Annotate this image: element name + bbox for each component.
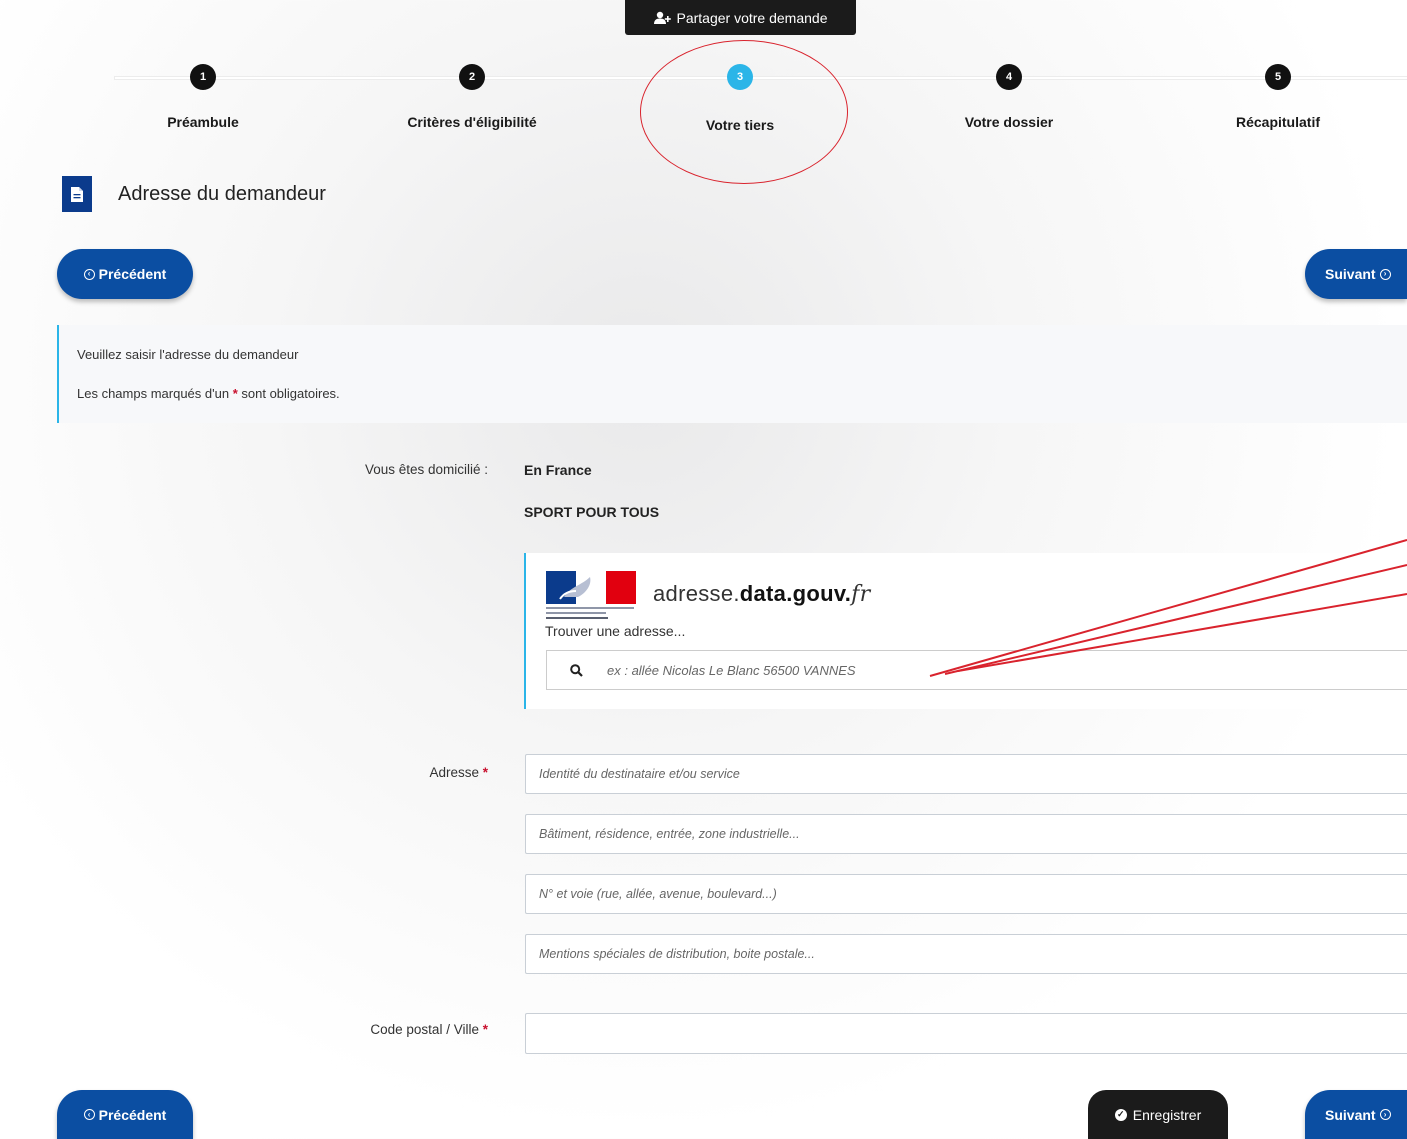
address-search-widget: adresse.data.gouv.fr Trouver une adresse… (524, 553, 1407, 709)
step-number: 2 (459, 64, 485, 90)
next-label: Suivant (1325, 266, 1376, 282)
ban-brand: adresse.data.gouv.fr (653, 581, 870, 607)
info-required-note: Les champs marqués d'un * sont obligatoi… (77, 386, 340, 401)
arrow-left-circle-icon: ‹ (83, 1109, 95, 1120)
arrow-right-circle-icon: › (1379, 268, 1391, 280)
address-recipient-input[interactable] (525, 754, 1407, 794)
arrow-left-circle-icon: ‹ (83, 268, 95, 280)
document-icon (62, 176, 92, 212)
ban-brand-prefix: adresse. (653, 581, 740, 606)
find-address-label: Trouver une adresse... (545, 623, 686, 639)
step-number: 5 (1265, 64, 1291, 90)
address-building-input[interactable] (525, 814, 1407, 854)
postal-city-label: Code postal / Ville * (280, 1022, 488, 1037)
postal-city-input[interactable] (525, 1013, 1407, 1054)
domicile-value: En France (524, 462, 592, 478)
previous-label: Précédent (98, 1106, 167, 1123)
organization-name: SPORT POUR TOUS (524, 504, 660, 520)
address-mentions-input[interactable] (525, 934, 1407, 974)
arrow-right-circle-icon: › (1379, 1109, 1391, 1120)
step-preambule[interactable]: 1 Préambule (93, 64, 313, 130)
previous-label: Précédent (98, 266, 167, 282)
page-title: Adresse du demandeur (118, 182, 326, 205)
address-street-input[interactable] (525, 874, 1407, 914)
step-votre-tiers[interactable]: 3 Votre tiers (630, 64, 850, 133)
share-request-button[interactable]: Partager votre demande (625, 0, 856, 35)
check-circle-icon: ✓ (1114, 1108, 1127, 1121)
step-label: Récapitulatif (1235, 114, 1320, 130)
info-required-text: Les champs marqués d'un (77, 386, 230, 401)
info-box: Veuillez saisir l'adresse du demandeur L… (57, 325, 1407, 423)
save-button[interactable]: ✓ Enregistrer (1088, 1090, 1228, 1139)
step-eligibility[interactable]: 2 Critères d'éligibilité (362, 64, 582, 130)
required-asterisk: * (232, 386, 238, 401)
step-label: Préambule (167, 114, 239, 130)
step-recapitulatif[interactable]: 5 Récapitulatif (1168, 64, 1388, 130)
ban-brand-suffix: fr (851, 582, 871, 607)
ban-brand-bold: data.gouv. (739, 581, 852, 606)
address-label-text: Adresse (429, 765, 479, 780)
required-asterisk: * (482, 765, 488, 780)
step-number: 1 (190, 64, 216, 90)
step-label: Critères d'éligibilité (407, 114, 537, 130)
required-asterisk: * (482, 1022, 488, 1037)
share-user-icon (653, 11, 671, 24)
address-label: Adresse * (300, 765, 488, 780)
step-label: Votre tiers (705, 117, 775, 133)
step-votre-dossier[interactable]: 4 Votre dossier (899, 64, 1119, 130)
republique-francaise-logo (546, 571, 636, 619)
info-required-text-end: sont obligatoires. (241, 386, 340, 401)
address-search-input[interactable] (605, 661, 1309, 679)
next-button-top[interactable]: Suivant › (1305, 249, 1407, 299)
info-instruction: Veuillez saisir l'adresse du demandeur (77, 347, 299, 362)
save-label: Enregistrer (1132, 1106, 1202, 1123)
previous-button-top[interactable]: ‹ Précédent (57, 249, 193, 299)
share-request-label: Partager votre demande (676, 9, 828, 26)
next-label: Suivant (1325, 1106, 1376, 1123)
postal-city-label-text: Code postal / Ville (370, 1022, 479, 1037)
step-number: 4 (996, 64, 1022, 90)
domicile-label: Vous êtes domicilié : (364, 462, 488, 477)
address-search-field[interactable] (546, 650, 1407, 690)
next-button-bottom[interactable]: Suivant › (1305, 1090, 1407, 1139)
previous-button-bottom[interactable]: ‹ Précédent (57, 1090, 193, 1139)
section-header: Adresse du demandeur (62, 176, 326, 212)
step-label: Votre dossier (964, 114, 1054, 130)
search-icon (547, 663, 605, 677)
step-number-active: 3 (727, 64, 753, 90)
